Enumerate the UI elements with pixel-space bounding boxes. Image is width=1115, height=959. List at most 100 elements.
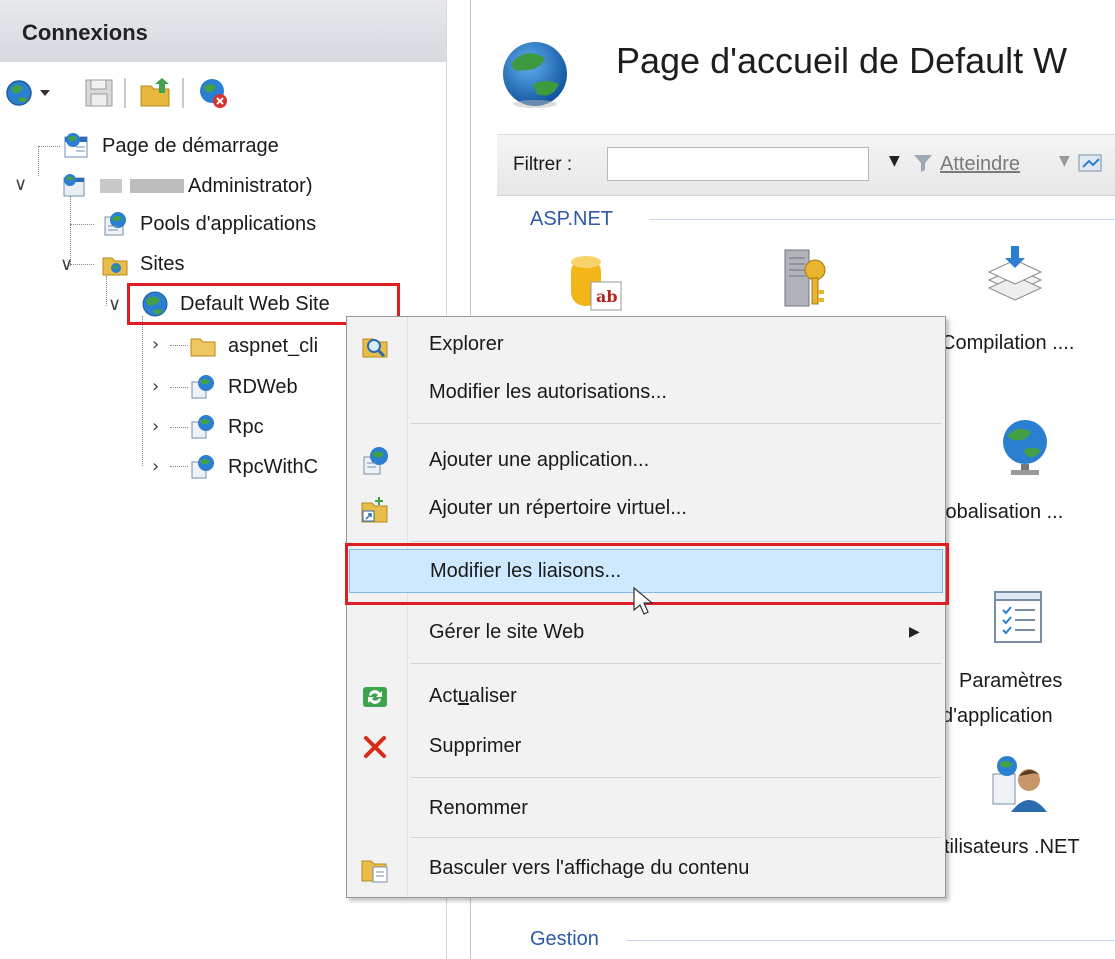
feature-label-app-settings-1[interactable]: Paramètres: [959, 670, 1062, 693]
menu-label: Actualiser: [429, 685, 517, 707]
net-compilation-ab-icon: ab: [571, 256, 622, 311]
explore-icon: [362, 338, 388, 358]
tree-label: RpcWithC: [228, 455, 319, 478]
feature-label-compilation[interactable]: Compilation ....: [941, 332, 1074, 355]
menu-item-add-application[interactable]: Ajouter une application...: [347, 439, 945, 483]
toolbar-separator: [182, 78, 184, 108]
submenu-arrow-icon: ▶: [909, 624, 920, 640]
redacted-text: [100, 179, 122, 193]
menu-item-explore[interactable]: Explorer: [347, 323, 945, 367]
disconnect-icon[interactable]: [196, 76, 230, 110]
tree-item-sites[interactable]: Sites: [100, 246, 184, 282]
tree-label: Sites: [140, 252, 185, 275]
application-settings-icon: [994, 591, 1042, 643]
tree-connector: [142, 316, 143, 466]
tree-connector: [170, 466, 188, 467]
menu-item-add-virtual-directory[interactable]: Ajouter un répertoire virtuel...: [347, 487, 945, 531]
application-icon: [191, 455, 214, 479]
menu-separator: [411, 777, 941, 778]
tree-label: Page de démarrage: [102, 134, 279, 157]
menu-separator: [411, 423, 941, 424]
tree-label: RDWeb: [228, 375, 298, 398]
filter-dropdown-icon[interactable]: ▼: [889, 153, 900, 169]
menu-label: Basculer vers l'affichage du contenu: [429, 857, 750, 879]
chevron-down-icon[interactable]: ∨: [108, 294, 121, 315]
application-icon: [191, 375, 214, 399]
connections-title: Connexions: [22, 20, 148, 45]
funnel-icon: [914, 155, 932, 172]
goto-dropdown-icon[interactable]: ▼: [1059, 153, 1070, 169]
tree-label: aspnet_cli: [228, 334, 319, 357]
chevron-down-icon[interactable]: ∨: [60, 254, 73, 275]
menu-item-edit-permissions[interactable]: Modifier les autorisations...: [347, 371, 945, 415]
tree-item-aspnet-client[interactable]: aspnet_cli: [188, 328, 318, 364]
delete-icon: [364, 736, 386, 758]
menu-label: Modifier les autorisations...: [429, 381, 667, 403]
tree-item-rpcwithcert[interactable]: RpcWithC: [188, 449, 318, 485]
menu-separator: [411, 541, 941, 542]
tree-connector: [170, 345, 188, 346]
chevron-right-icon[interactable]: ›: [152, 416, 159, 437]
chevron-right-icon[interactable]: ›: [152, 376, 159, 397]
server-icon: [63, 174, 85, 197]
feature-label-globalization[interactable]: lobalisation ...: [941, 501, 1063, 524]
menu-label: Ajouter un répertoire virtuel...: [429, 497, 687, 519]
server-label: Administrator): [188, 174, 313, 197]
filter-input[interactable]: [607, 147, 869, 181]
menu-label: Renommer: [429, 797, 528, 819]
group-divider: [649, 219, 1115, 220]
menu-item-refresh[interactable]: Actualiser: [347, 675, 945, 719]
sites-folder-icon: [102, 257, 128, 276]
menu-item-switch-content-view[interactable]: Basculer vers l'affichage du contenu: [347, 847, 945, 891]
save-icon[interactable]: [82, 76, 116, 110]
goto-button[interactable]: Atteindre: [940, 153, 1020, 176]
app-pools-icon: [104, 212, 126, 236]
connections-toolbar: [0, 62, 446, 124]
chevron-down-icon[interactable]: ∨: [14, 174, 27, 195]
tree-label: Pools d'applications: [140, 212, 317, 235]
tree-connector: [70, 224, 94, 225]
menu-label: Gérer le site Web: [429, 621, 585, 643]
machine-key-icon: [784, 249, 826, 307]
compilation-layers-icon: [987, 246, 1043, 301]
group-heading-aspnet: ASP.NET: [530, 208, 613, 230]
chevron-right-icon[interactable]: ›: [152, 334, 159, 355]
filter-label: Filtrer :: [513, 154, 573, 175]
content-view-icon: [361, 860, 388, 883]
tree-connector: [38, 146, 60, 147]
tree-item-rpc[interactable]: Rpc: [188, 409, 264, 445]
tree-connector: [38, 146, 39, 176]
toolbar-separator: [124, 78, 126, 108]
up-folder-icon[interactable]: [138, 76, 172, 110]
tree-connector: [170, 427, 188, 428]
mouse-cursor-icon: [633, 586, 654, 615]
menu-item-rename[interactable]: Renommer: [347, 787, 945, 831]
tree-item-rdweb[interactable]: RDWeb: [188, 369, 298, 405]
menu-label: Supprimer: [429, 735, 522, 757]
feature-label-app-settings-2[interactable]: d'application: [942, 705, 1053, 728]
menu-label: Ajouter une application...: [429, 449, 650, 471]
chevron-right-icon[interactable]: ›: [152, 456, 159, 477]
add-application-icon: [363, 447, 388, 475]
redacted-text: [130, 179, 184, 193]
add-virtual-directory-icon: [361, 497, 388, 523]
connect-globe-icon[interactable]: [4, 76, 56, 110]
site-globe-icon: [503, 42, 567, 108]
menu-item-delete[interactable]: Supprimer: [347, 725, 945, 769]
connections-header: Connexions: [0, 0, 446, 63]
tree-item-start-page[interactable]: Page de démarrage: [62, 128, 279, 164]
folder-icon: [190, 338, 216, 357]
start-page-icon: [64, 133, 88, 158]
filter-bar: Filtrer : ▼ Atteindre ▼: [497, 134, 1115, 196]
refresh-icon: [363, 687, 387, 707]
feature-label-net-users[interactable]: tilisateurs .NET: [944, 836, 1080, 859]
group-heading-management: Gestion: [530, 928, 599, 950]
tree-item-app-pools[interactable]: Pools d'applications: [100, 206, 316, 242]
show-all-icon[interactable]: [1077, 151, 1107, 177]
globalization-globe-icon: [1003, 420, 1047, 475]
menu-separator: [411, 663, 941, 664]
net-users-icon: [992, 756, 1047, 812]
tree-connector: [70, 264, 94, 265]
svg-text:ab: ab: [596, 287, 618, 306]
tree-item-server[interactable]: Administrator): [60, 168, 312, 204]
